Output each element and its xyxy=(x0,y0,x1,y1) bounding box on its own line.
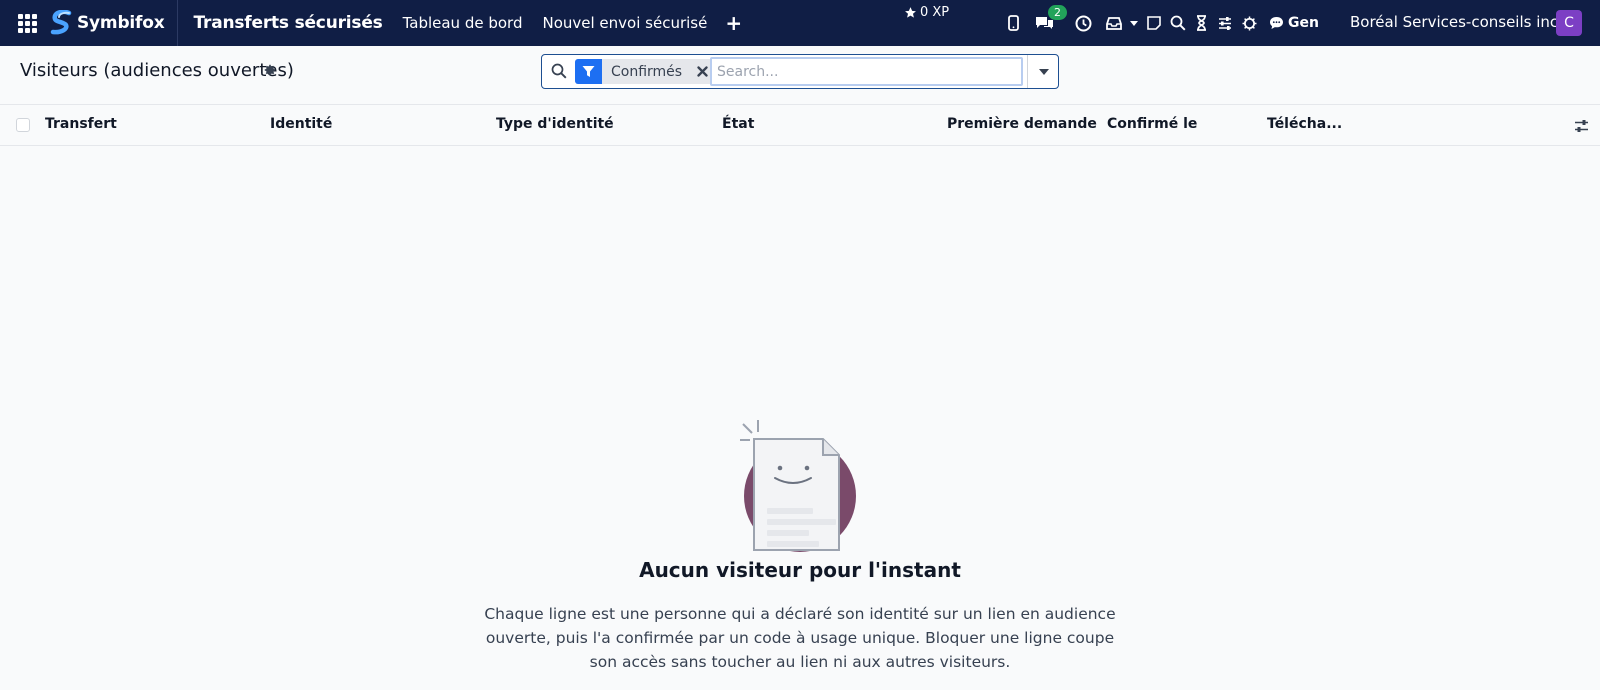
sliders-icon[interactable] xyxy=(1217,13,1233,33)
page-title: Visiteurs (audiences ouvertes) xyxy=(20,60,294,81)
search-options-toggle[interactable] xyxy=(1027,55,1059,88)
empty-state: Aucun visiteur pour l'instant Chaque lig… xyxy=(0,146,1600,690)
hourglass-icon[interactable] xyxy=(1194,13,1208,33)
star-icon xyxy=(905,7,916,18)
app-title[interactable]: Transferts sécurisés xyxy=(193,13,382,33)
search-facet-confirmed: Confirmés xyxy=(575,59,715,84)
xp-label: 0 XP xyxy=(920,5,950,20)
search-bar: Confirmés xyxy=(541,54,1059,89)
gen-label: Gen xyxy=(1288,15,1319,31)
menu-item-new-secure-send[interactable]: Nouvel envoi sécurisé xyxy=(542,14,707,32)
user-avatar[interactable]: C xyxy=(1556,10,1582,36)
search-input[interactable] xyxy=(710,57,1023,86)
top-navbar: Symbifox Transferts sécurisés Tableau de… xyxy=(0,0,1600,46)
facet-label: Confirmés xyxy=(611,63,683,80)
column-header-state[interactable]: État xyxy=(722,116,754,132)
chat-icon[interactable]: 2 xyxy=(1034,5,1067,33)
column-header-identity[interactable]: Identité xyxy=(270,116,332,132)
symbifox-logo-icon xyxy=(50,10,72,35)
add-menu-icon[interactable]: + xyxy=(725,13,742,33)
column-header-first-request[interactable]: Première demande xyxy=(947,116,1097,132)
systray: 2 Gen xyxy=(1006,0,1319,46)
table-header: Transfert Identité Type d'identité État … xyxy=(0,105,1600,146)
brand-logo[interactable]: Symbifox xyxy=(50,0,179,46)
column-header-download[interactable]: Télécha... xyxy=(1267,116,1342,132)
caret-down-icon xyxy=(1038,68,1049,75)
chat-bubble-icon xyxy=(1270,17,1283,29)
gen-assistant-button[interactable]: Gen xyxy=(1269,15,1319,31)
phone-icon[interactable] xyxy=(1006,13,1020,33)
empty-state-description: Chaque ligne est une personne qui a décl… xyxy=(484,605,1116,671)
menu-item-dashboard[interactable]: Tableau de bord xyxy=(403,14,523,32)
clock-icon[interactable] xyxy=(1074,13,1092,33)
gear-icon[interactable] xyxy=(263,62,277,81)
search-icon[interactable] xyxy=(1169,13,1187,33)
column-header-transfer[interactable]: Transfert xyxy=(45,116,117,132)
empty-document-illustration xyxy=(740,420,856,552)
optional-columns-icon[interactable] xyxy=(1574,118,1589,137)
search-magnifier-icon xyxy=(551,63,567,83)
company-switcher[interactable]: Boréal Services-conseils inc. xyxy=(1350,13,1563,31)
select-all-checkbox[interactable] xyxy=(16,118,30,132)
xp-counter[interactable]: 0 XP xyxy=(904,5,949,20)
note-icon[interactable] xyxy=(1146,13,1162,33)
bug-icon[interactable] xyxy=(1241,13,1257,33)
caret-down-icon[interactable] xyxy=(1129,13,1139,33)
brand-name: Symbifox xyxy=(77,13,165,33)
inbox-icon[interactable] xyxy=(1105,13,1123,33)
filter-icon xyxy=(575,59,602,84)
column-header-confirmed-on[interactable]: Confirmé le xyxy=(1107,116,1197,132)
empty-state-title: Aucun visiteur pour l'instant xyxy=(639,558,961,582)
column-header-identity-type[interactable]: Type d'identité xyxy=(496,116,614,132)
chat-badge: 2 xyxy=(1048,5,1067,20)
apps-menu-icon[interactable] xyxy=(14,0,40,46)
control-panel: Visiteurs (audiences ouvertes) Confirmés xyxy=(0,46,1600,105)
